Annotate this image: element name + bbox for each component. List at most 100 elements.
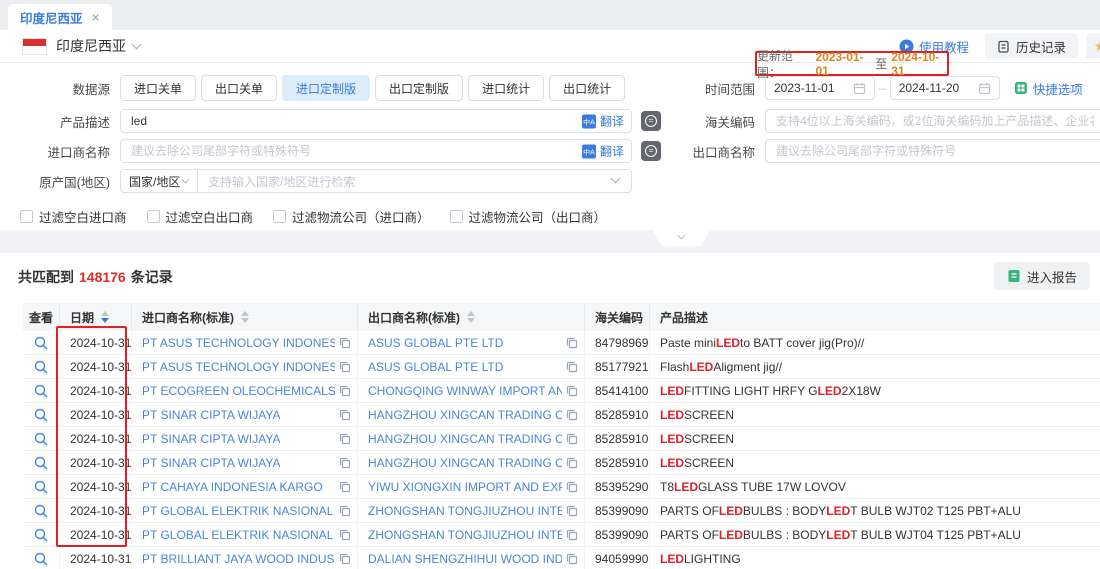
exporter-link[interactable]: CHONGQING WINWAY IMPORT AND E... [368, 384, 562, 398]
view-record-button[interactable] [34, 360, 48, 374]
copy-button[interactable] [335, 529, 351, 541]
exporter-link[interactable]: ZHONGSHAN TONGJIUZHOU INTERNA... [368, 528, 562, 542]
exporter-link[interactable]: HANGZHOU XINGCAN TRADING CO LTD [368, 408, 562, 422]
date-end-input[interactable]: 2024-11-20 [890, 76, 1000, 100]
copy-button[interactable] [335, 457, 351, 469]
data-source-option[interactable]: 进口定制版 [282, 75, 370, 101]
exporter-link[interactable]: ASUS GLOBAL PTE LTD [368, 336, 503, 350]
column-header[interactable]: 日期 [60, 303, 132, 331]
translate-button[interactable]: 中A 翻译 [582, 113, 624, 130]
view-record-button[interactable] [34, 480, 48, 494]
view-record-button[interactable] [34, 432, 48, 446]
importer-link[interactable]: PT GLOBAL ELEKTRIK NASIONAL [142, 504, 333, 518]
view-record-button[interactable] [34, 528, 48, 542]
data-source-option[interactable]: 进口统计 [468, 75, 544, 101]
view-record-button[interactable] [34, 504, 48, 518]
copy-icon[interactable] [566, 505, 578, 517]
translate-button[interactable]: 中A 翻译 [582, 143, 624, 160]
copy-icon[interactable] [339, 481, 351, 493]
quick-options-link[interactable]: 快捷选项 [1014, 79, 1083, 98]
copy-button[interactable] [335, 385, 351, 397]
copy-icon[interactable] [566, 361, 578, 373]
copy-button[interactable] [562, 337, 578, 349]
product-desc-input[interactable] [120, 109, 632, 133]
exact-match-toggle[interactable]: = [641, 141, 661, 161]
importer-input[interactable] [120, 139, 632, 163]
checkbox-icon[interactable] [147, 210, 160, 223]
view-record-button[interactable] [34, 336, 48, 350]
chevron-down-icon[interactable] [132, 39, 142, 49]
close-icon[interactable]: × [92, 10, 100, 24]
exporter-link[interactable]: HANGZHOU XINGCAN TRADING CO LTD [368, 456, 562, 470]
copy-icon[interactable] [339, 529, 351, 541]
importer-link[interactable]: PT SINAR CIPTA WIJAYA [142, 456, 280, 470]
column-header[interactable]: 进口商名称(标准) [132, 303, 358, 331]
copy-button[interactable] [335, 553, 351, 565]
importer-link[interactable]: PT CAHAYA INDONESIA KARGO [142, 480, 323, 494]
importer-link[interactable]: PT ECOGREEN OLEOCHEMICALS [142, 384, 335, 398]
copy-button[interactable] [562, 361, 578, 373]
origin-type-select[interactable]: 国家/地区 [120, 169, 198, 193]
filter-checkbox[interactable]: 过滤物流公司（进口商） [273, 207, 430, 226]
copy-icon[interactable] [339, 409, 351, 421]
copy-icon[interactable] [566, 457, 578, 469]
view-record-button[interactable] [34, 408, 48, 422]
favorite-button[interactable]: ★ [1086, 33, 1100, 59]
exporter-link[interactable]: DALIAN SHENGZHIHUI WOOD INDUST... [368, 552, 562, 566]
copy-icon[interactable] [566, 385, 578, 397]
sort-icon[interactable] [467, 311, 475, 323]
copy-button[interactable] [335, 361, 351, 373]
origin-search-input[interactable]: 支持输入国家/地区进行检索 [198, 169, 632, 193]
filter-checkbox[interactable]: 过滤物流公司（出口商） [450, 207, 607, 226]
copy-icon[interactable] [339, 433, 351, 445]
data-source-option[interactable]: 进口关单 [120, 75, 196, 101]
copy-icon[interactable] [339, 385, 351, 397]
exporter-link[interactable]: ZHONGSHAN TONGJIUZHOU INTERNA... [368, 504, 562, 518]
copy-icon[interactable] [339, 337, 351, 349]
exporter-input[interactable] [765, 139, 1100, 163]
checkbox-icon[interactable] [273, 210, 286, 223]
copy-button[interactable] [562, 385, 578, 397]
copy-icon[interactable] [566, 409, 578, 421]
checkbox-icon[interactable] [450, 210, 463, 223]
copy-icon[interactable] [339, 553, 351, 565]
copy-icon[interactable] [566, 337, 578, 349]
exporter-link[interactable]: HANGZHOU XINGCAN TRADING CO LTD [368, 432, 562, 446]
data-source-option[interactable]: 出口关单 [201, 75, 277, 101]
importer-link[interactable]: PT SINAR CIPTA WIJAYA [142, 432, 280, 446]
copy-button[interactable] [562, 481, 578, 493]
copy-button[interactable] [562, 553, 578, 565]
importer-link[interactable]: PT BRILLIANT JAYA WOOD INDUSTRY [142, 552, 335, 566]
checkbox-icon[interactable] [20, 210, 33, 223]
data-source-option[interactable]: 出口定制版 [375, 75, 463, 101]
history-button[interactable]: 历史记录 [985, 33, 1078, 59]
tab-indonesia[interactable]: 印度尼西亚 × [8, 4, 112, 30]
copy-button[interactable] [562, 505, 578, 517]
view-record-button[interactable] [34, 552, 48, 566]
copy-icon[interactable] [339, 361, 351, 373]
exporter-link[interactable]: YIWU XIONGXIN IMPORT AND EXPORT... [368, 480, 562, 494]
enter-report-button[interactable]: 进入报告 [994, 262, 1090, 290]
sort-icon[interactable] [101, 311, 109, 323]
date-start-input[interactable]: 2023-11-01 [765, 76, 875, 100]
filter-checkbox[interactable]: 过滤空白进口商 [20, 207, 127, 226]
view-record-button[interactable] [34, 384, 48, 398]
exporter-link[interactable]: ASUS GLOBAL PTE LTD [368, 360, 503, 374]
importer-link[interactable]: PT ASUS TECHNOLOGY INDONESIA BA... [142, 336, 335, 350]
copy-icon[interactable] [566, 433, 578, 445]
copy-button[interactable] [335, 337, 351, 349]
copy-button[interactable] [335, 481, 351, 493]
importer-link[interactable]: PT SINAR CIPTA WIJAYA [142, 408, 280, 422]
data-source-option[interactable]: 出口统计 [549, 75, 625, 101]
copy-icon[interactable] [566, 481, 578, 493]
filter-checkbox[interactable]: 过滤空白出口商 [147, 207, 254, 226]
copy-icon[interactable] [566, 529, 578, 541]
copy-button[interactable] [335, 409, 351, 421]
importer-link[interactable]: PT ASUS TECHNOLOGY INDONESIA BA... [142, 360, 335, 374]
collapse-panel-button[interactable] [653, 230, 710, 246]
copy-button[interactable] [562, 409, 578, 421]
copy-button[interactable] [335, 505, 351, 517]
importer-link[interactable]: PT GLOBAL ELEKTRIK NASIONAL [142, 528, 333, 542]
exact-match-toggle[interactable]: = [641, 111, 661, 131]
copy-button[interactable] [335, 433, 351, 445]
